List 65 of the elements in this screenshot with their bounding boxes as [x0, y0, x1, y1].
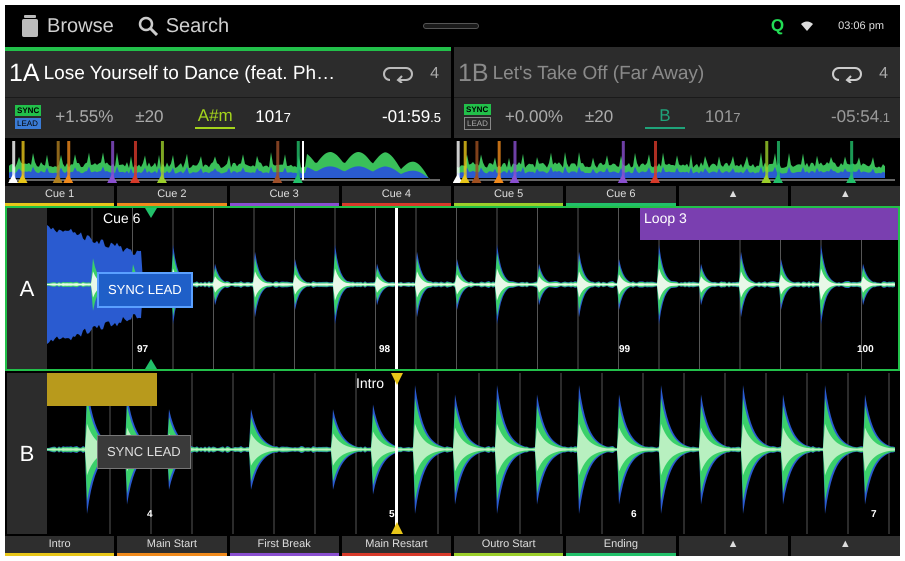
cue-pad[interactable]: Intro	[5, 536, 114, 556]
beat-number: 97	[137, 343, 148, 357]
lead-badge[interactable]: LEAD	[464, 116, 491, 130]
sync-badge[interactable]: SYNC	[464, 104, 491, 114]
deck-waveform-panel[interactable]: A Cue 6 Loop 3 SYNC LEAD 97 98 99 100	[5, 206, 900, 371]
cue-marker-icon	[391, 522, 403, 534]
key-display: B	[644, 104, 685, 128]
cue-pad[interactable]: Main Start	[117, 536, 226, 556]
pitch-range: ±20	[584, 106, 614, 128]
cue-pad[interactable]: ▲	[678, 536, 788, 556]
cue-label: Cue 6	[103, 209, 140, 228]
remaining-time: -01:59.5	[382, 106, 441, 128]
cue-pad[interactable]: First Break	[230, 536, 339, 556]
cue-marker-icon	[145, 208, 157, 218]
quantize-indicator[interactable]: Q	[770, 13, 784, 39]
track-title: Let's Take Off (Far Away)	[492, 62, 704, 86]
cue-pad[interactable]: Cue 1	[5, 186, 114, 206]
cue-pad[interactable]: Outro Start	[454, 536, 564, 556]
cue-pad[interactable]: ▲	[790, 536, 900, 556]
bpm-display: 1017	[255, 106, 291, 128]
cue-pad[interactable]: ▲	[678, 186, 788, 206]
key-display: A#m	[195, 104, 236, 128]
deck-number: 1B	[458, 58, 489, 90]
cue-marker-icon	[145, 359, 157, 369]
cue-pad[interactable]: Cue 6	[566, 186, 676, 206]
cue-label: Intro	[356, 374, 384, 393]
beat-number: 100	[857, 343, 874, 357]
sync-badge[interactable]: SYNC	[15, 104, 42, 116]
pitch-range: ±20	[135, 106, 164, 128]
beat-number: 7	[871, 508, 877, 522]
clock-time: 03:06 pm	[838, 18, 884, 34]
cue-pad[interactable]: ▲	[790, 186, 900, 206]
beat-number: 6	[631, 508, 637, 522]
search-button[interactable]: Search	[138, 11, 230, 41]
sync-lead-button[interactable]: SYNC LEAD	[97, 272, 193, 308]
remaining-time: -05:54.1	[830, 106, 890, 128]
drag-handle[interactable]	[423, 23, 479, 29]
beat-number: 99	[619, 343, 630, 357]
loop-icon	[382, 65, 414, 83]
track-title: Lose Yourself to Dance (feat. Ph…	[44, 62, 336, 86]
deck-letter: A	[7, 208, 47, 369]
deck-number: 1A	[9, 58, 40, 90]
loop-count: 4	[430, 64, 439, 84]
pitch-percent: +0.00%	[504, 106, 564, 128]
beat-number: 4	[147, 508, 153, 522]
lead-badge[interactable]: LEAD	[15, 118, 42, 128]
cue-pad[interactable]: Cue 4	[342, 186, 451, 206]
beat-number: 98	[379, 343, 390, 357]
beat-number: 5	[389, 508, 395, 522]
wifi-icon	[800, 19, 814, 33]
cue-pad[interactable]: Cue 5	[454, 186, 564, 206]
library-icon	[21, 15, 39, 37]
cue-pad[interactable]: Ending	[566, 536, 676, 556]
cue-pad[interactable]: Cue 3	[230, 186, 339, 206]
deck-letter: B	[7, 373, 47, 534]
loop-icon	[831, 65, 864, 83]
browse-button[interactable]: Browse	[21, 11, 114, 41]
sync-lead-button[interactable]: SYNC LEAD	[97, 435, 191, 468]
cue-pad[interactable]: Cue 2	[117, 186, 226, 206]
pitch-percent: +1.55%	[55, 106, 114, 128]
search-icon	[138, 16, 158, 36]
loop-region: Loop 3	[640, 208, 898, 240]
bpm-display: 1017	[704, 106, 741, 128]
cue-pad[interactable]: Main Restart	[342, 536, 451, 556]
loop-count: 4	[879, 64, 888, 84]
